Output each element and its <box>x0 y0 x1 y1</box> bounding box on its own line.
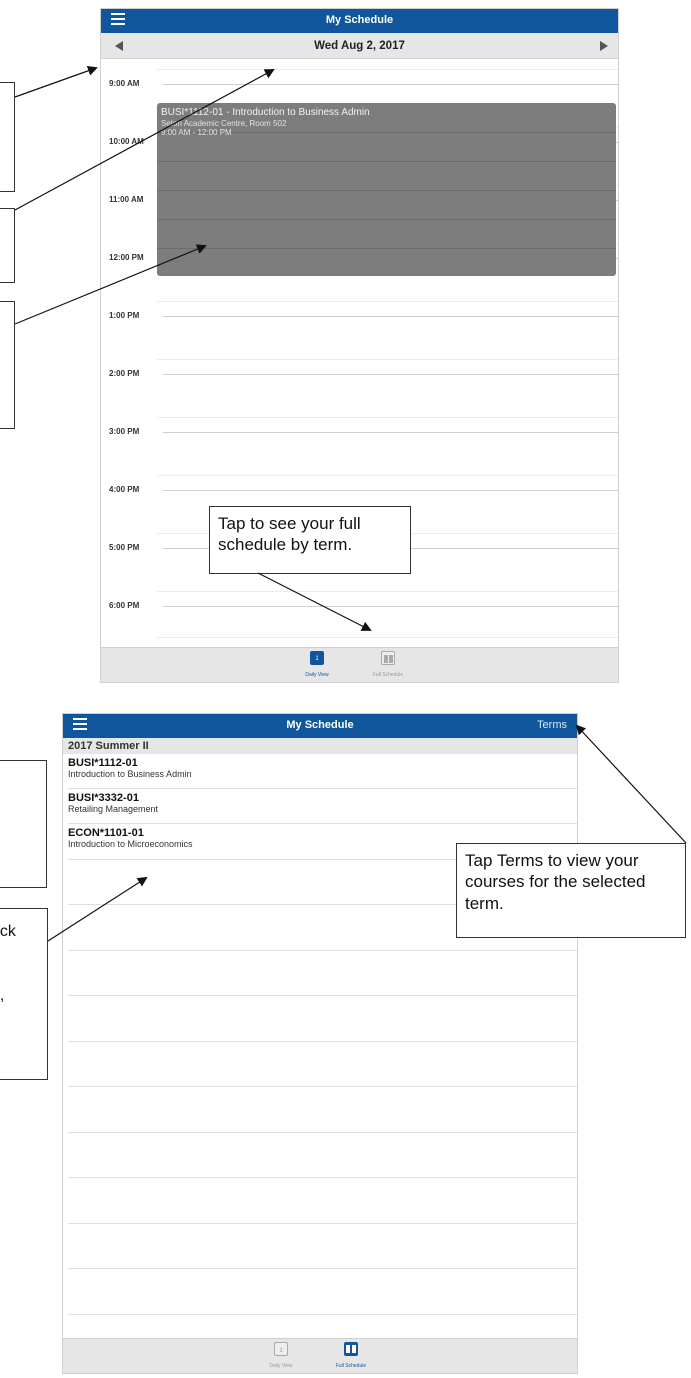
list-divider <box>68 823 577 824</box>
half-hour-line <box>157 591 618 592</box>
hour-line <box>157 316 618 317</box>
callout-full-schedule: Tap to see your full schedule by term. <box>209 506 411 574</box>
next-day-arrow-icon[interactable] <box>600 41 608 51</box>
time-label: 6:00 PM <box>109 601 163 610</box>
time-label: 4:00 PM <box>109 485 163 494</box>
top-nav-bar: My Schedule Terms <box>63 714 577 738</box>
class-event-block[interactable]: BUSI*1112-01 - Introduction to Business … <box>157 103 616 276</box>
time-label: 12:00 PM <box>109 253 163 262</box>
callout-box-partial <box>0 760 47 888</box>
partial-text-line: e <box>0 1007 16 1029</box>
current-date: Wed Aug 2, 2017 <box>314 40 405 52</box>
callout-terms: Tap Terms to view your courses for the s… <box>456 843 686 938</box>
term-section-header: 2017 Summer II <box>63 738 577 754</box>
list-divider <box>68 1177 577 1178</box>
bottom-tab-bar: 1 Daily View Full Schedule <box>101 647 618 682</box>
half-hour-line <box>157 69 618 70</box>
callout-box-partial <box>0 82 15 192</box>
time-label: 9:00 AM <box>109 79 163 88</box>
event-grid-line <box>157 248 616 249</box>
time-label: 1:00 PM <box>109 311 163 320</box>
time-label: 10:00 AM <box>109 137 163 146</box>
hour-line <box>157 432 618 433</box>
calendar-icon: 1 <box>274 1342 288 1356</box>
hour-line <box>157 606 618 607</box>
course-code: ECON*1101-01 <box>68 827 144 839</box>
time-label: 11:00 AM <box>109 195 163 204</box>
callout-box-partial <box>0 301 15 429</box>
half-hour-line <box>157 301 618 302</box>
arrow-to-terms-button <box>575 724 687 844</box>
event-time: 9:00 AM - 12:00 PM <box>161 128 232 137</box>
course-list-item[interactable]: BUSI*3332-01 Retailing Management <box>68 792 577 822</box>
half-hour-line <box>157 417 618 418</box>
event-location: Seton Academic Centre, Room 502 <box>161 119 287 128</box>
partial-text-line: ock <box>0 923 16 940</box>
hour-line <box>157 490 618 491</box>
page-title: My Schedule <box>325 14 394 26</box>
tab-label: Full Schedule <box>372 672 404 678</box>
half-hour-line <box>157 637 618 638</box>
list-divider <box>68 995 577 996</box>
partial-text-line: e <box>0 943 16 965</box>
hour-line <box>157 84 618 85</box>
schedule-grid-icon <box>381 651 395 665</box>
time-label: 3:00 PM <box>109 427 163 436</box>
event-title: BUSI*1112-01 - Introduction to Business … <box>161 107 370 118</box>
list-divider <box>68 788 577 789</box>
course-code: BUSI*3332-01 <box>68 792 139 804</box>
calendar-icon: 1 <box>310 651 324 665</box>
time-label: 2:00 PM <box>109 369 163 378</box>
half-hour-line <box>157 359 618 360</box>
course-code: BUSI*1112-01 <box>68 757 138 769</box>
tab-full-schedule[interactable]: Full Schedule <box>321 1342 381 1369</box>
course-name: Retailing Management <box>68 804 159 814</box>
full-schedule-screenshot: My Schedule Terms 2017 Summer II BUSI*11… <box>62 713 578 1374</box>
terms-button[interactable]: Terms <box>537 719 567 731</box>
callout-box-partial <box>0 208 15 283</box>
list-divider <box>68 1132 577 1133</box>
event-grid-line <box>157 190 616 191</box>
page-title: My Schedule <box>286 719 354 731</box>
date-bar: Wed Aug 2, 2017 <box>101 33 618 59</box>
list-divider <box>68 950 577 951</box>
tab-label: Daily View <box>269 1363 293 1369</box>
top-nav-bar: My Schedule <box>101 9 618 33</box>
schedule-grid-icon <box>344 1342 358 1356</box>
list-divider <box>68 1223 577 1224</box>
tab-daily-view[interactable]: 1 Daily View <box>251 1342 311 1369</box>
daily-view-screenshot: My Schedule Wed Aug 2, 2017 9:00 AM 10:0… <box>100 8 619 683</box>
tab-label: Full Schedule <box>335 1363 367 1369</box>
event-grid-line <box>157 219 616 220</box>
list-divider <box>68 1041 577 1042</box>
time-label: 5:00 PM <box>109 543 163 552</box>
tab-full-schedule[interactable]: Full Schedule <box>358 651 418 678</box>
list-divider <box>68 1314 577 1315</box>
tab-label: Daily View <box>305 672 329 678</box>
partial-text-line: n, <box>0 987 5 1005</box>
half-hour-line <box>157 475 618 476</box>
bottom-tab-bar: 1 Daily View Full Schedule <box>63 1338 577 1373</box>
tab-daily-view[interactable]: 1 Daily View <box>287 651 347 678</box>
list-divider <box>68 1268 577 1269</box>
list-divider <box>68 1086 577 1087</box>
arrow-to-date-nav <box>14 65 98 98</box>
course-list-item[interactable]: BUSI*1112-01 Introduction to Business Ad… <box>68 757 577 787</box>
hour-line <box>157 374 618 375</box>
course-name: Introduction to Business Admin <box>68 769 192 779</box>
event-grid-line <box>157 161 616 162</box>
callout-box-partial-text: ock e n, e <box>0 908 48 1080</box>
